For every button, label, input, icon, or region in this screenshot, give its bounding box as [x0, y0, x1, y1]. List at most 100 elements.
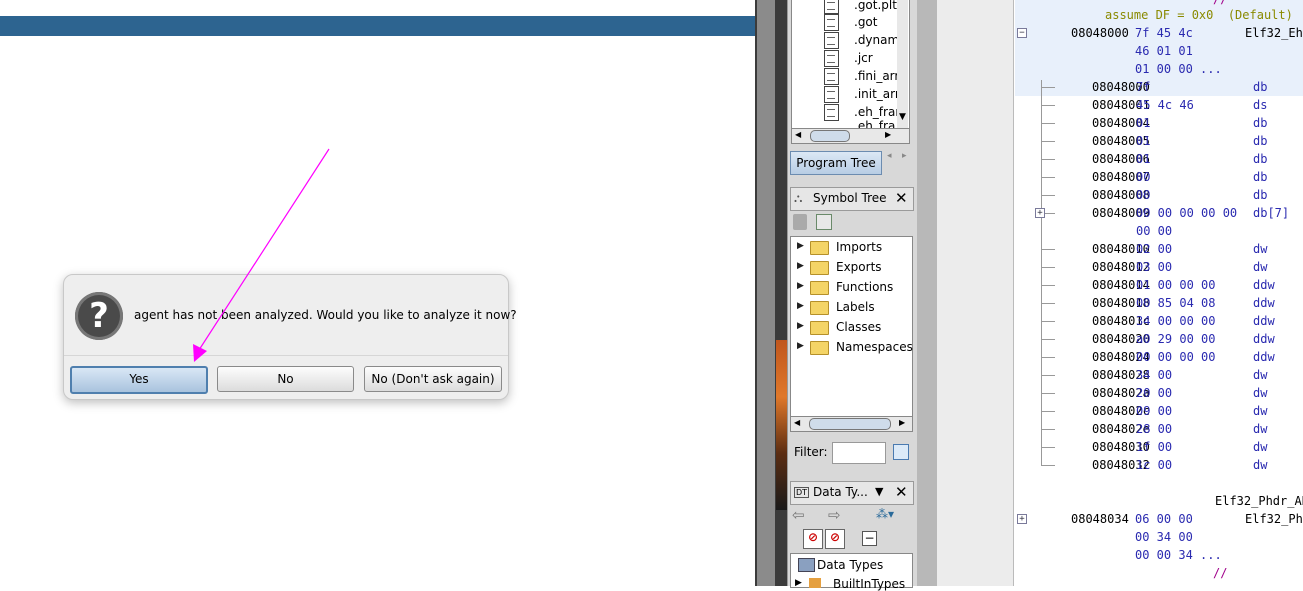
expand-icon[interactable]: + [1035, 208, 1045, 218]
listing-bytes[interactable]: 00 34 00 [1135, 528, 1193, 546]
listing-bytes[interactable]: 46 01 01 [1135, 42, 1193, 60]
expand-icon[interactable]: ▶ [795, 578, 802, 588]
listing-mnemonic[interactable]: dw [1253, 438, 1267, 456]
listing-label[interactable]: Elf32_Ph [1245, 510, 1303, 528]
listing-bytes[interactable]: 01 00 00 00 [1136, 276, 1215, 294]
listing-bytes[interactable]: 02 00 [1136, 240, 1172, 258]
listing-bytes[interactable]: 01 00 00 ... [1135, 60, 1222, 78]
dropdown-icon[interactable]: ▼ [875, 485, 883, 498]
program-tree-item[interactable]: .init_arr [854, 85, 899, 103]
expand-icon[interactable]: ▶ [797, 261, 804, 271]
scroll-left-icon[interactable]: ◀ [794, 418, 800, 427]
listing-mnemonic[interactable]: ddw [1253, 276, 1275, 294]
expand-icon[interactable]: ▶ [797, 281, 804, 291]
listing-mnemonic[interactable]: db [1253, 168, 1267, 186]
program-tree-item[interactable]: .dynami [854, 31, 899, 49]
listing-comment[interactable]: // [1213, 564, 1227, 582]
symbol-tree-item-namespaces[interactable]: ▶ Namespaces [791, 338, 913, 358]
close-icon[interactable]: ✕ [895, 189, 908, 207]
expand-icon[interactable]: ▶ [797, 301, 804, 311]
listing-address[interactable]: 08048000 [1071, 24, 1129, 42]
symbol-tree-item-exports[interactable]: ▶ Exports [791, 258, 912, 278]
listing-mnemonic[interactable]: dw [1253, 456, 1267, 474]
yes-button[interactable]: Yes [70, 366, 208, 394]
filter-pointers-icon[interactable]: ⊘ [825, 529, 845, 549]
filter-input[interactable] [832, 442, 886, 464]
listing-assume[interactable]: assume DF = 0x0 (Default) [1105, 6, 1293, 24]
symbol-tree-item-classes[interactable]: ▶ Classes [791, 318, 912, 338]
listing-bytes[interactable]: 45 4c 46 [1136, 96, 1194, 114]
program-tree-item[interactable]: .fini_arr [854, 67, 899, 85]
listing-mnemonic[interactable]: ds [1253, 96, 1267, 114]
scroll-right-icon[interactable]: ▶ [885, 130, 891, 139]
scroll-thumb[interactable] [810, 130, 850, 142]
program-tree-item[interactable]: .eh_fra [854, 119, 899, 128]
tab-right-icon[interactable]: ▸ [902, 151, 907, 161]
builtin-types-item[interactable]: BuiltInTypes [833, 577, 905, 591]
program-tree-vscroll[interactable]: ▼ [897, 0, 908, 128]
listing-mnemonic[interactable]: db[7] [1253, 204, 1289, 222]
listing-mnemonic[interactable]: dw [1253, 402, 1267, 420]
listing-bytes[interactable]: 1f 00 [1136, 438, 1172, 456]
listing-label[interactable]: Elf32_Phdr_AR [1215, 492, 1303, 510]
listing-mnemonic[interactable]: dw [1253, 240, 1267, 258]
listing-mnemonic[interactable]: db [1253, 114, 1267, 132]
no-button[interactable]: No [217, 366, 354, 392]
listing-bytes[interactable]: 20 00 [1136, 384, 1172, 402]
expand-icon[interactable]: + [1017, 514, 1027, 524]
filter-arrays-icon[interactable]: ⊘ [803, 529, 823, 549]
symbol-tree-item-labels[interactable]: ▶ Labels [791, 298, 912, 318]
listing-bytes[interactable]: 00 [1136, 186, 1150, 204]
collapse-all-icon[interactable]: − [862, 531, 877, 546]
filter-options-icon[interactable] [893, 444, 909, 460]
listing-mnemonic[interactable]: dw [1253, 366, 1267, 384]
data-types-root[interactable]: Data Types [817, 558, 883, 572]
expand-icon[interactable]: ▶ [797, 241, 804, 251]
listing-bytes[interactable]: 28 00 [1136, 420, 1172, 438]
listing-mnemonic[interactable]: ddw [1253, 330, 1275, 348]
listing-bytes[interactable]: 00 00 00 00 00 [1136, 204, 1237, 222]
scroll-down-icon[interactable]: ▼ [899, 112, 906, 122]
forward-icon[interactable]: ⇨ [828, 506, 841, 524]
tree-options-icon[interactable]: ⁂▾ [876, 507, 894, 521]
expand-icon[interactable]: ▶ [797, 341, 804, 351]
listing-label[interactable]: Elf32_Ehd [1245, 24, 1303, 42]
tab-left-icon[interactable]: ◂ [887, 151, 892, 161]
listing-bytes[interactable]: 00 00 [1136, 222, 1172, 240]
program-tree-item[interactable]: .got.plt [854, 0, 897, 14]
listing-address[interactable]: 08048034 [1071, 510, 1129, 528]
listing-mnemonic[interactable]: dw [1253, 384, 1267, 402]
symbol-tree-item-imports[interactable]: ▶ Imports [791, 238, 912, 258]
scroll-right-icon[interactable]: ▶ [899, 418, 905, 427]
listing-bytes[interactable]: 34 00 [1136, 366, 1172, 384]
listing-bytes[interactable]: 00 00 00 00 [1136, 348, 1215, 366]
program-tree-hscroll[interactable]: ◀ ▶ [791, 128, 910, 144]
listing-mnemonic[interactable]: ddw [1253, 348, 1275, 366]
listing-mnemonic[interactable]: db [1253, 78, 1267, 96]
listing-bytes[interactable]: 34 00 00 00 [1136, 312, 1215, 330]
symbol-tree-hscroll[interactable]: ◀ ▶ [790, 416, 913, 432]
listing-bytes[interactable]: 06 00 00 [1135, 510, 1193, 528]
listing-bytes[interactable]: 7f 45 4c [1135, 24, 1193, 42]
listing-bytes[interactable]: 7f [1136, 78, 1150, 96]
collapse-icon[interactable]: − [1017, 28, 1027, 38]
listing-mnemonic[interactable]: ddw [1253, 294, 1275, 312]
listing-bytes[interactable]: 09 00 [1136, 402, 1172, 420]
no-dont-ask-button[interactable]: No (Don't ask again) [364, 366, 502, 392]
listing-bytes[interactable]: 00 85 04 08 [1136, 294, 1215, 312]
listing-bytes[interactable]: 03 00 [1136, 258, 1172, 276]
panel-divider[interactable] [917, 0, 937, 586]
scroll-thumb[interactable] [809, 418, 891, 430]
scroll-left-icon[interactable]: ◀ [795, 130, 801, 139]
listing-mnemonic[interactable]: db [1253, 132, 1267, 150]
listing-bytes[interactable]: 00 [1136, 168, 1150, 186]
listing-bytes[interactable]: 01 [1136, 150, 1150, 168]
tab-program-tree[interactable]: Program Tree [790, 151, 882, 175]
listing-bytes[interactable]: 00 00 34 ... [1135, 546, 1222, 564]
navigate-icon[interactable] [816, 214, 832, 230]
listing-mnemonic[interactable]: db [1253, 150, 1267, 168]
expand-icon[interactable]: ▶ [797, 321, 804, 331]
listing-bytes[interactable]: 1c 00 [1136, 456, 1172, 474]
back-icon[interactable]: ⇦ [792, 506, 805, 524]
listing-mnemonic[interactable]: dw [1253, 420, 1267, 438]
